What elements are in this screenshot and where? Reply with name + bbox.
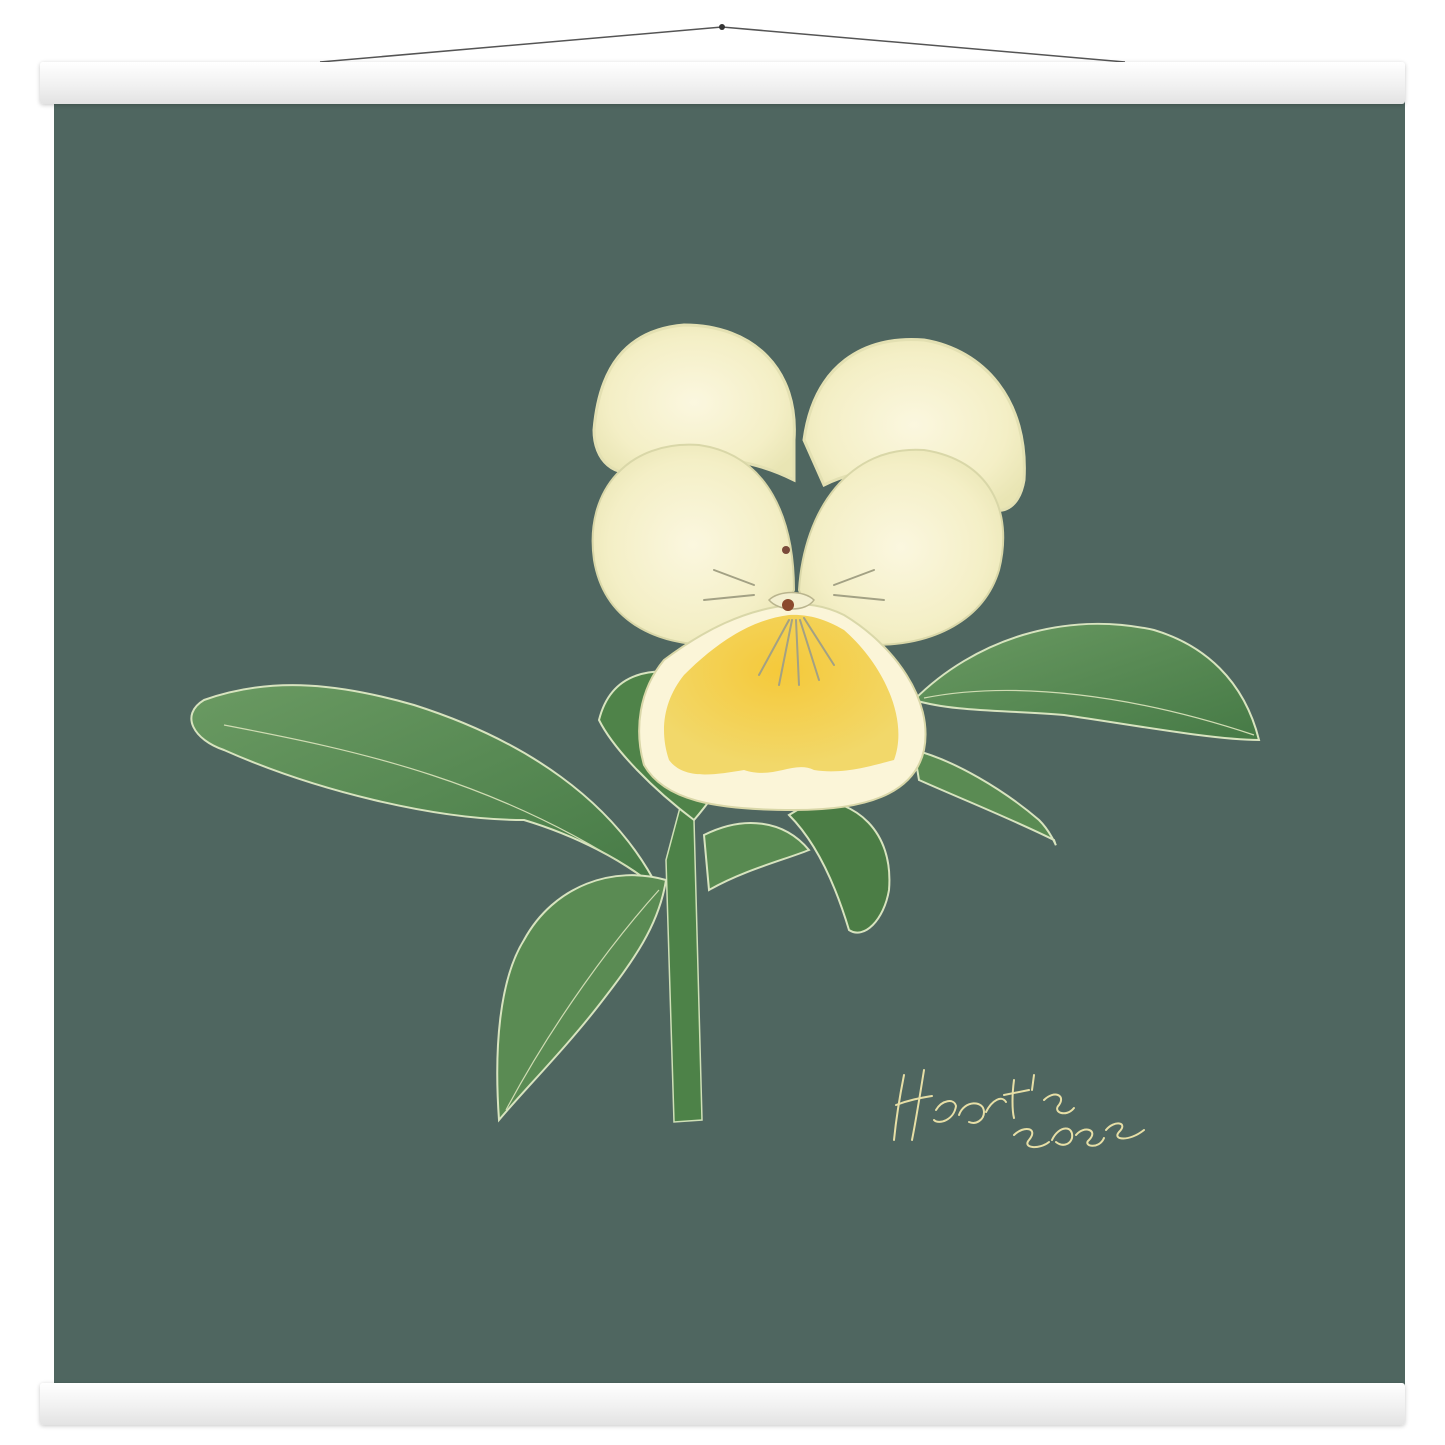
poster-artwork bbox=[54, 100, 1405, 1386]
handwritten-signature bbox=[893, 1069, 1145, 1148]
top-hanger-rod bbox=[40, 62, 1405, 104]
bottom-hanger-rod bbox=[40, 1383, 1405, 1425]
